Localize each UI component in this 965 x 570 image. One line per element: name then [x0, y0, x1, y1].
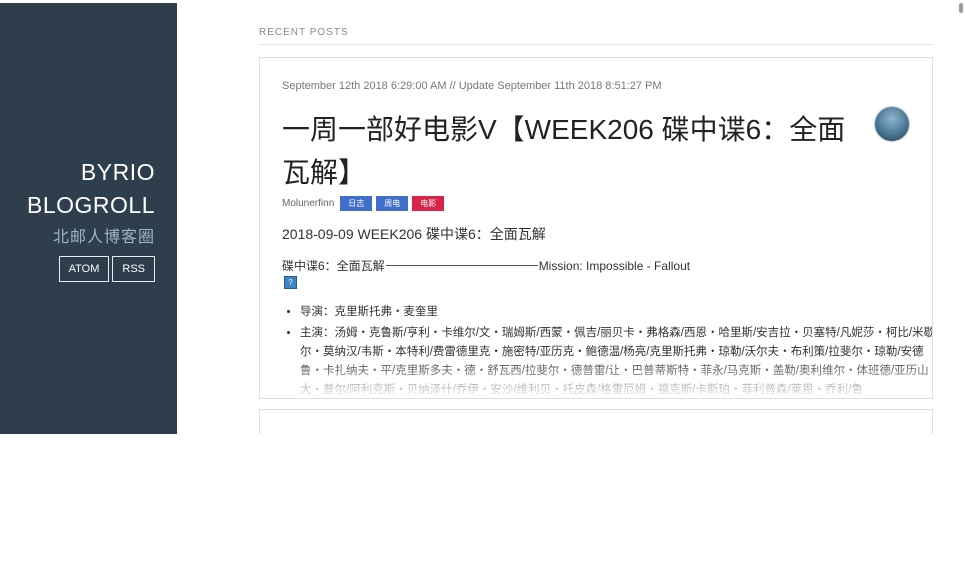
post-title-line: 碟中谍6：全面瓦解 Mission: Impossible - Fallout — [282, 257, 690, 274]
content-fade — [260, 358, 932, 398]
post-subheading: 2018-09-09 WEEK206 碟中谍6：全面瓦解 — [282, 226, 546, 242]
tag-badge[interactable]: 周电 — [376, 196, 409, 211]
brand-line-1[interactable]: BYRIO — [27, 156, 155, 189]
section-divider — [259, 44, 932, 45]
post-card: September 12th 2018 6:29:00 AM // Update… — [259, 57, 933, 399]
atom-button[interactable]: ATOM — [58, 256, 110, 282]
page-bottom-area — [0, 434, 965, 570]
author-avatar[interactable] — [874, 106, 910, 142]
chinese-title: 碟中谍6：全面瓦解 — [282, 259, 385, 273]
tag-badge[interactable]: 日志 — [340, 196, 373, 211]
tag-badge[interactable]: 电影 — [412, 196, 445, 211]
list-item: 导演：克里斯托弗・麦奎里 — [300, 303, 932, 322]
brand-line-2[interactable]: BLOGROLL — [27, 189, 155, 222]
author-row: Molunerfinn 日志 周电 电影 — [282, 196, 445, 211]
dash-separator — [385, 265, 538, 266]
rss-button[interactable]: RSS — [112, 256, 155, 282]
english-title: Mission: Impossible - Fallout — [538, 258, 691, 273]
section-title: RECENT POSTS — [259, 27, 349, 38]
feed-buttons: ATOM RSS — [58, 256, 155, 282]
sidebar: BYRIO BLOGROLL 北邮人博客圈 ATOM RSS — [0, 3, 177, 434]
blog-brand[interactable]: BYRIO BLOGROLL — [27, 156, 155, 222]
author-name[interactable]: Molunerfinn — [282, 198, 334, 209]
post-meta: September 12th 2018 6:29:00 AM // Update… — [282, 80, 662, 92]
post-title[interactable]: 一周一部好电影V【WEEK206 碟中谍6：全面瓦解】 — [282, 108, 852, 194]
broken-image-icon: ? — [284, 276, 297, 289]
scrollbar-thumb[interactable] — [959, 3, 963, 13]
blog-subtitle: 北邮人博客圈 — [52, 229, 155, 246]
